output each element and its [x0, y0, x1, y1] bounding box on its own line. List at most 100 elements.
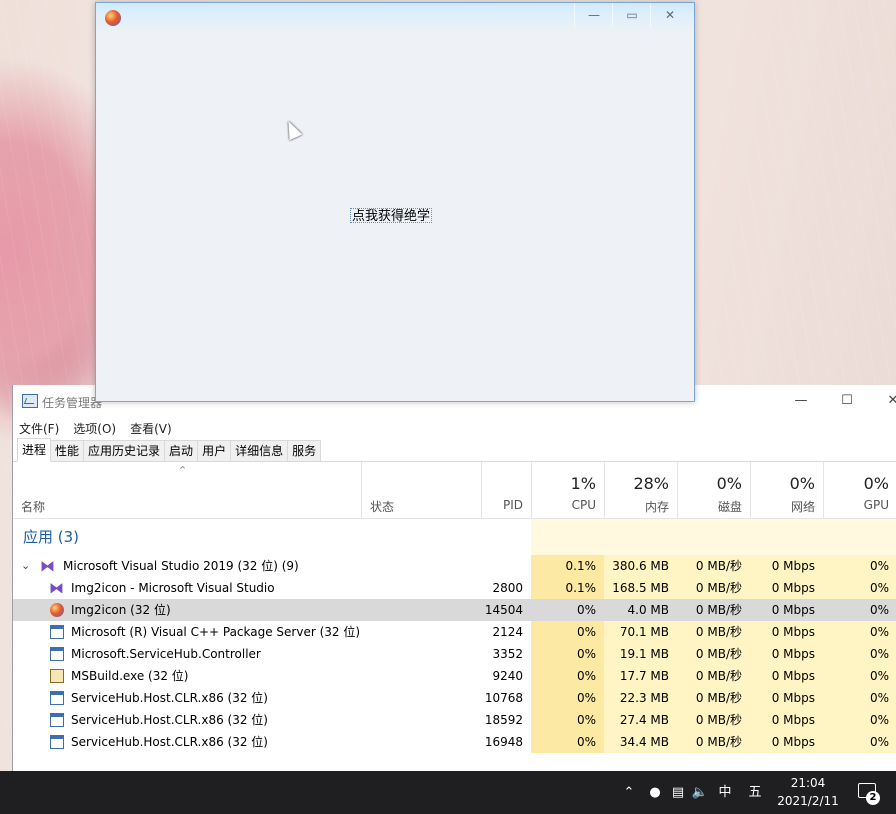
tab-services[interactable]: 服务: [287, 440, 322, 461]
header-name-label: 名称: [21, 500, 46, 514]
table-row[interactable]: MSBuild.exe (32 位) 9240 0% 17.7 MB 0 MB/秒 0 M…: [13, 665, 896, 687]
window-icon: [50, 647, 64, 661]
column-header: ⌃ 名称 状态 PID 1% CPU 28% 内存 0% 磁盘 0% 网络 0%…: [13, 462, 896, 519]
cell-gpu: 0%: [823, 599, 896, 621]
ime-language[interactable]: 中: [714, 771, 736, 814]
header-disk[interactable]: 0% 磁盘: [677, 462, 750, 518]
app-ball-icon: [105, 10, 121, 26]
header-network[interactable]: 0% 网络: [750, 462, 823, 518]
app-window-titlebar[interactable]: — ▭ ✕: [96, 3, 694, 33]
close-icon[interactable]: ✕: [870, 385, 896, 417]
cell-net: 0 Mbps: [750, 687, 823, 709]
cell-disk: 0 MB/秒: [677, 665, 750, 687]
group-apps[interactable]: 应用 (3): [13, 519, 896, 555]
cell-mem: 22.3 MB: [604, 687, 677, 709]
window-icon: [50, 713, 64, 727]
process-list: 应用 (3) ⌄ Microsoft Visual Studio 2019 (32…: [13, 519, 896, 753]
cell-disk: 0 MB/秒: [677, 555, 750, 577]
table-row[interactable]: Img2icon (32 位) 14504 0% 4.0 MB 0 MB/秒 0 Mbps…: [13, 599, 896, 621]
cell-net: 0 Mbps: [750, 621, 823, 643]
header-memory[interactable]: 28% 内存: [604, 462, 677, 518]
tab-users[interactable]: 用户: [197, 440, 232, 461]
app-minimize-icon[interactable]: —: [574, 3, 613, 27]
tab-performance[interactable]: 性能: [50, 440, 85, 461]
cell-mem: 168.5 MB: [604, 577, 677, 599]
table-row[interactable]: ServiceHub.Host.CLR.x86 (32 位) 10768 0% 22.…: [13, 687, 896, 709]
cell-cpu: 0.1%: [531, 577, 604, 599]
cell-net: 0 Mbps: [750, 643, 823, 665]
maximize-icon[interactable]: ☐: [824, 385, 870, 417]
cell-gpu: 0%: [823, 731, 896, 753]
process-group-row[interactable]: ⌄ Microsoft Visual Studio 2019 (32 位) (9)…: [13, 555, 896, 577]
cell-net: 0 Mbps: [750, 731, 823, 753]
cell-disk: 0 MB/秒: [677, 687, 750, 709]
tab-details[interactable]: 详细信息: [230, 440, 289, 461]
cell-pid: 3352: [492, 647, 523, 661]
tab-app-history[interactable]: 应用历史记录: [83, 440, 166, 461]
cell-gpu: 0%: [823, 577, 896, 599]
cell-gpu: 0%: [823, 709, 896, 731]
cell-mem: 70.1 MB: [604, 621, 677, 643]
process-name: Microsoft Visual Studio 2019 (32 位) (9): [63, 559, 299, 573]
header-name[interactable]: 名称: [13, 462, 361, 518]
header-pid[interactable]: PID: [481, 462, 531, 518]
ime-mode[interactable]: 五: [744, 771, 766, 814]
header-disk-label: 磁盘: [717, 500, 742, 514]
minimize-icon[interactable]: —: [778, 385, 824, 417]
process-name: Img2icon (32 位): [71, 603, 171, 617]
msbuild-icon: [50, 669, 64, 683]
chevron-down-icon[interactable]: ⌄: [21, 555, 30, 577]
table-row[interactable]: Img2icon - Microsoft Visual Studio 2800 0.…: [13, 577, 896, 599]
volume-icon[interactable]: 🔈: [690, 771, 710, 814]
cell-cpu: 0%: [531, 709, 604, 731]
cell-gpu: 0%: [823, 687, 896, 709]
app-close-icon[interactable]: ✕: [650, 3, 689, 27]
header-gpu[interactable]: 0% GPU: [823, 462, 896, 518]
header-pid-label: PID: [502, 498, 523, 512]
header-cpu[interactable]: 1% CPU: [531, 462, 604, 518]
cell-disk: 0 MB/秒: [677, 599, 750, 621]
cell-gpu: 0%: [823, 665, 896, 687]
table-row[interactable]: ServiceHub.Host.CLR.x86 (32 位) 16948 0% 34.…: [13, 731, 896, 753]
table-row[interactable]: Microsoft (R) Visual C++ Package Server …: [13, 621, 896, 643]
cell-cpu: 0%: [531, 621, 604, 643]
menu-view[interactable]: 查看(V): [130, 420, 172, 437]
process-name: Microsoft (R) Visual C++ Package Server …: [71, 625, 361, 639]
menu-file[interactable]: 文件(F): [19, 420, 59, 437]
cell-cpu: 0%: [531, 731, 604, 753]
process-name: MSBuild.exe (32 位): [71, 669, 189, 683]
cell-net: 0 Mbps: [750, 709, 823, 731]
header-status[interactable]: 状态: [361, 462, 481, 518]
get-skill-button[interactable]: 点我获得绝学: [350, 208, 433, 224]
table-row[interactable]: Microsoft.ServiceHub.Controller 3352 0% 19.…: [13, 643, 896, 665]
show-hidden-icons-icon[interactable]: ⌃: [620, 771, 638, 814]
cell-cpu: 0.1%: [531, 555, 604, 577]
cell-pid: 10768: [484, 691, 523, 705]
menu-options[interactable]: 选项(O): [73, 420, 116, 437]
cell-mem: 19.1 MB: [604, 643, 677, 665]
header-network-label: 网络: [790, 500, 815, 514]
app-ball-icon: [50, 603, 64, 617]
window-icon: [50, 691, 64, 705]
taskbar: ⌃ ● ▤ 🔈 中 五 21:04 2021/2/11 2: [0, 771, 896, 814]
tab-startup[interactable]: 启动: [164, 440, 199, 461]
window-title: 任务管理器: [42, 396, 103, 410]
cell-disk: 0 MB/秒: [677, 731, 750, 753]
cell-disk: 0 MB/秒: [677, 709, 750, 731]
header-status-label: 状态: [370, 500, 395, 514]
qq-icon[interactable]: ●: [644, 771, 666, 814]
tab-processes[interactable]: 进程: [17, 438, 52, 462]
network-icon[interactable]: ▤: [668, 771, 688, 814]
table-row[interactable]: ServiceHub.Host.CLR.x86 (32 位) 18592 0% 27.…: [13, 709, 896, 731]
header-cpu-label: CPU: [571, 498, 596, 512]
app-maximize-icon[interactable]: ▭: [612, 3, 651, 27]
task-manager-icon: [22, 394, 38, 408]
cell-net: 0 Mbps: [750, 555, 823, 577]
notification-count: 2: [866, 791, 880, 805]
memory-total: 28%: [633, 474, 669, 493]
cell-net: 0 Mbps: [750, 665, 823, 687]
clock[interactable]: 21:04 2021/2/11: [776, 774, 840, 810]
cell-mem: 34.4 MB: [604, 731, 677, 753]
cell-cpu: 0%: [531, 643, 604, 665]
cell-disk: 0 MB/秒: [677, 643, 750, 665]
